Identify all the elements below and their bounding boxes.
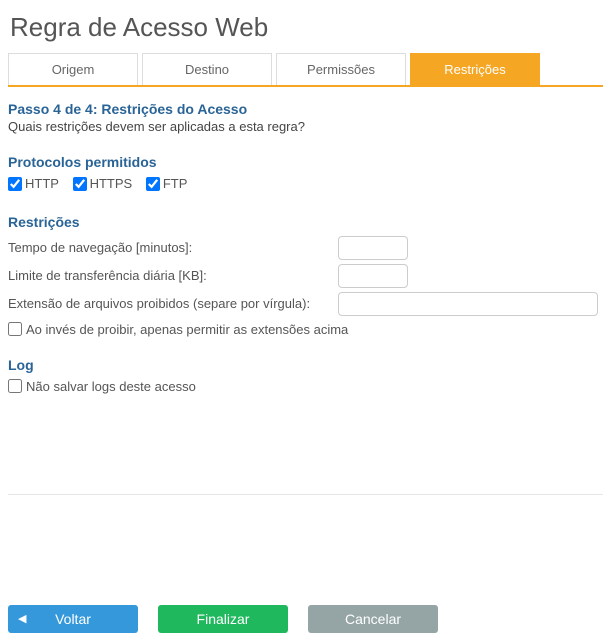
invert-ext-label: Ao invés de proibir, apenas permitir as … [26, 322, 348, 337]
back-button[interactable]: ◀ Voltar [8, 605, 138, 633]
navtime-label: Tempo de navegação [minutos]: [8, 240, 338, 255]
row-navtime: Tempo de navegação [minutos]: [8, 236, 603, 260]
protocol-http[interactable]: HTTP [8, 176, 59, 191]
footer-buttons: ◀ Voltar Finalizar Cancelar [8, 595, 603, 633]
forbidden-ext-label: Extensão de arquivos proibidos (separe p… [8, 296, 338, 311]
chevron-left-icon: ◀ [18, 612, 26, 625]
step-title: Passo 4 de 4: Restrições do Acesso [8, 101, 603, 117]
tab-restricoes[interactable]: Restrições [410, 53, 540, 85]
navtime-input[interactable] [338, 236, 408, 260]
cancel-button-label: Cancelar [345, 611, 401, 627]
finish-button-label: Finalizar [197, 611, 250, 627]
finish-button[interactable]: Finalizar [158, 605, 288, 633]
tab-permissoes[interactable]: Permissões [276, 53, 406, 85]
protocol-ftp[interactable]: FTP [146, 176, 188, 191]
row-invert-ext: Ao invés de proibir, apenas permitir as … [8, 322, 603, 337]
step-desc: Quais restrições devem ser aplicadas a e… [8, 119, 603, 134]
protocols-row: HTTP HTTPS FTP [8, 176, 603, 194]
row-nolog: Não salvar logs deste acesso [8, 379, 603, 394]
content-panel: Passo 4 de 4: Restrições do Acesso Quais… [8, 87, 603, 394]
protocol-ftp-label: FTP [163, 176, 188, 191]
tab-destino[interactable]: Destino [142, 53, 272, 85]
row-forbidden-ext: Extensão de arquivos proibidos (separe p… [8, 292, 603, 316]
nolog-label: Não salvar logs deste acesso [26, 379, 196, 394]
tab-origem[interactable]: Origem [8, 53, 138, 85]
invert-ext-checkbox[interactable] [8, 322, 22, 336]
footer-divider [8, 494, 603, 495]
protocol-http-label: HTTP [25, 176, 59, 191]
protocols-title: Protocolos permitidos [8, 154, 603, 170]
row-dailylimit: Limite de transferência diária [KB]: [8, 264, 603, 288]
page-title: Regra de Acesso Web [10, 12, 603, 43]
protocol-https-checkbox[interactable] [73, 177, 87, 191]
dailylimit-label: Limite de transferência diária [KB]: [8, 268, 338, 283]
back-button-label: Voltar [55, 611, 91, 627]
log-title: Log [8, 357, 603, 373]
protocol-http-checkbox[interactable] [8, 177, 22, 191]
dailylimit-input[interactable] [338, 264, 408, 288]
nolog-checkbox[interactable] [8, 379, 22, 393]
tabs: Origem Destino Permissões Restrições [8, 53, 603, 87]
protocol-ftp-checkbox[interactable] [146, 177, 160, 191]
cancel-button[interactable]: Cancelar [308, 605, 438, 633]
forbidden-ext-input[interactable] [338, 292, 598, 316]
protocol-https-label: HTTPS [90, 176, 133, 191]
protocol-https[interactable]: HTTPS [73, 176, 133, 191]
restrictions-title: Restrições [8, 214, 603, 230]
